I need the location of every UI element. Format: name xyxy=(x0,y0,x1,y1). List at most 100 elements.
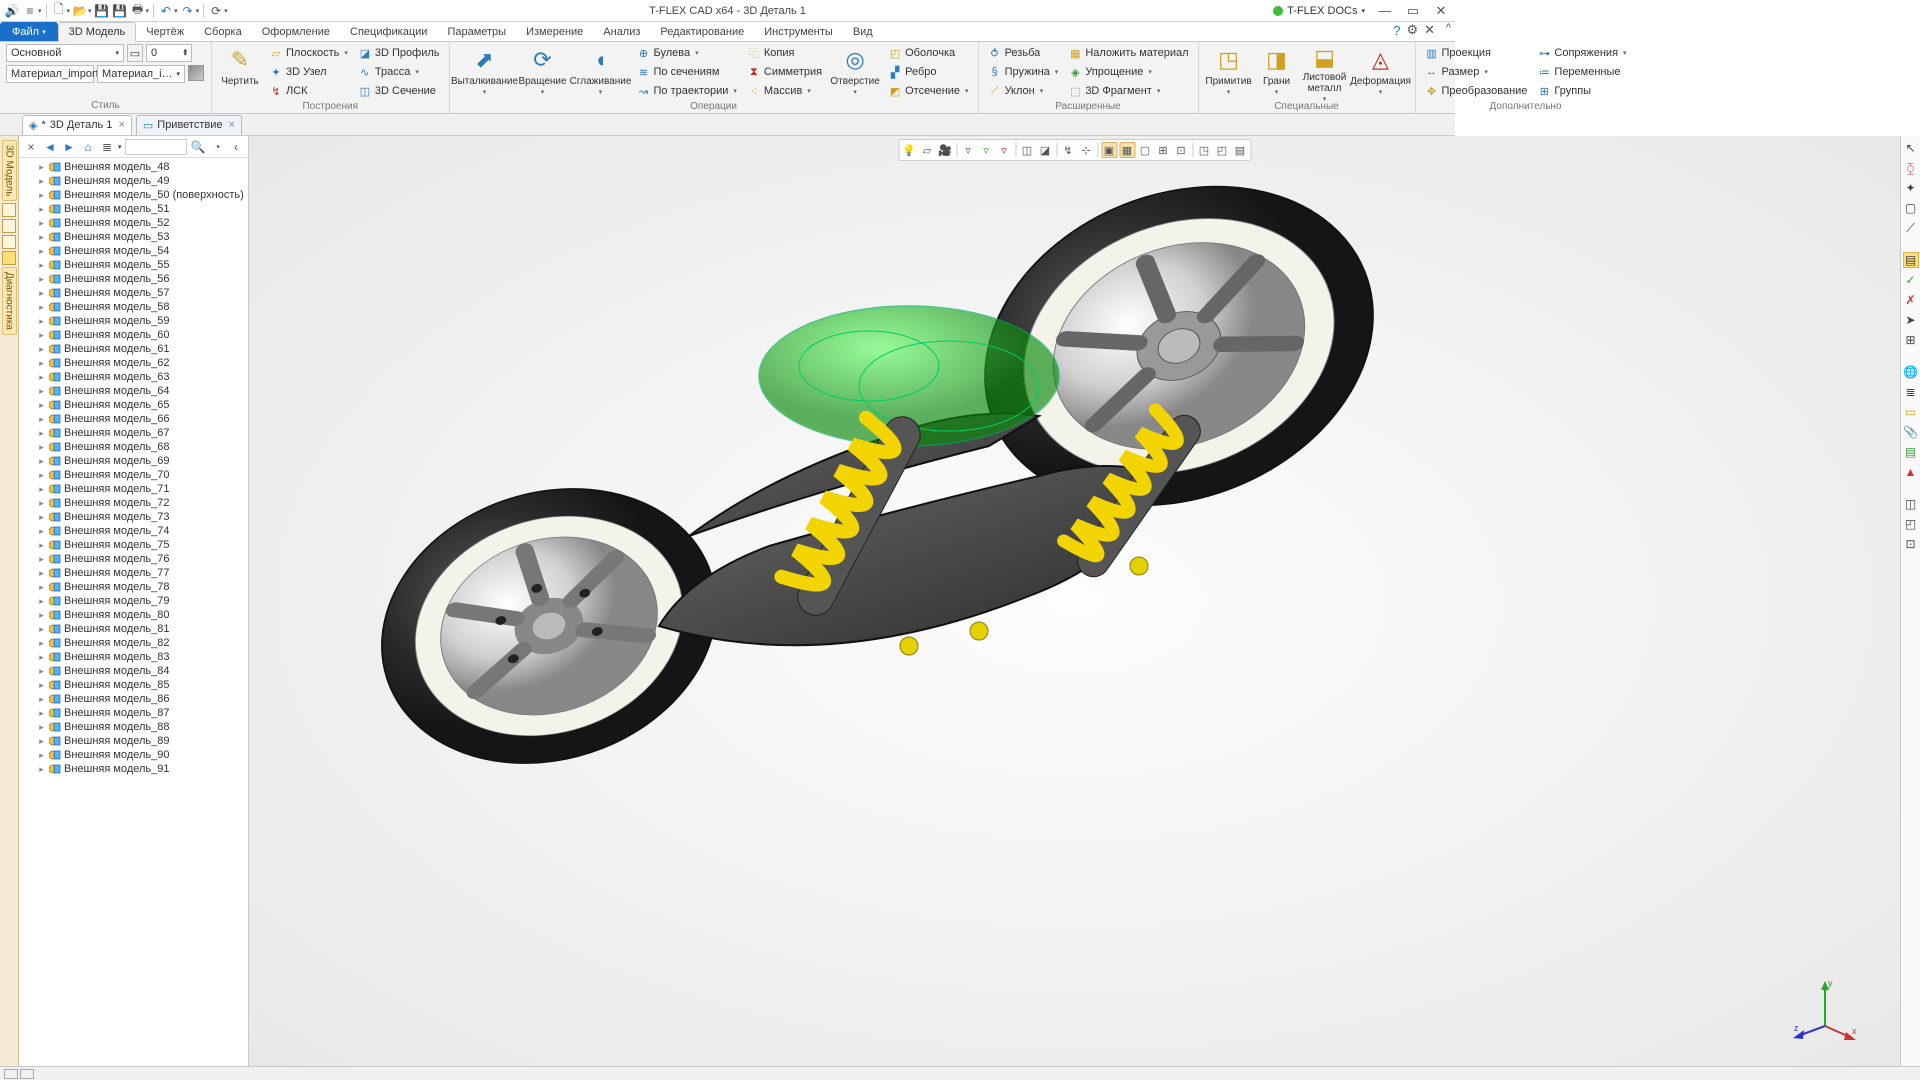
rb-magnet-icon[interactable]: ⧲ xyxy=(1903,160,1919,176)
tree-expand-icon[interactable]: ▸ xyxy=(37,232,46,243)
qat-audio-icon[interactable]: 🔊 xyxy=(4,3,20,19)
lcs-button[interactable]: ↯ЛСК xyxy=(266,82,351,100)
copy-button[interactable]: ⿻Копия xyxy=(744,44,825,62)
tab-drawing[interactable]: Чертёж xyxy=(136,22,194,41)
tree-back-button[interactable]: ◄ xyxy=(42,139,58,155)
search-icon[interactable]: 🔍 xyxy=(190,139,206,155)
tree-prev-button[interactable]: ‹ xyxy=(228,139,244,155)
window-close-doc-button[interactable]: ✕ xyxy=(1424,22,1435,38)
tree-list-button[interactable]: ≣ xyxy=(99,139,115,155)
line-style-icon[interactable]: ▭ xyxy=(127,44,143,62)
tree-expand-icon[interactable]: ▸ xyxy=(37,316,46,327)
tab-edit[interactable]: Редактирование xyxy=(650,22,754,41)
draw-button[interactable]: ✎Чертить xyxy=(218,44,262,100)
tree-expand-icon[interactable]: ▸ xyxy=(37,442,46,453)
hole-button[interactable]: ◎Отверстие▾ xyxy=(829,44,881,100)
rb-cursor-icon[interactable]: ↖ xyxy=(1903,140,1919,156)
doctab-part[interactable]: ◈*3D Деталь 1× xyxy=(22,115,132,135)
groups-button[interactable]: ⊞Группы xyxy=(1534,82,1629,100)
rb-card-icon[interactable]: ▭ xyxy=(1903,404,1919,420)
applymat-button[interactable]: ▦Наложить материал xyxy=(1065,44,1191,62)
tree-close-button[interactable]: × xyxy=(23,139,39,155)
docs-menu[interactable]: T-FLEX DOCs ▾ xyxy=(1273,5,1365,17)
tree-expand-icon[interactable]: ▸ xyxy=(37,666,46,677)
extrude-button[interactable]: ⬈Выталкивание▾ xyxy=(456,44,514,100)
material2-select[interactable]: Материал_import_st▾ xyxy=(97,65,185,83)
tree-expand-icon[interactable]: ▸ xyxy=(37,694,46,705)
tree-expand-icon[interactable]: ▸ xyxy=(37,358,46,369)
tree-expand-icon[interactable]: ▸ xyxy=(37,512,46,523)
tree-expand-icon[interactable]: ▸ xyxy=(37,582,46,593)
tree-expand-icon[interactable]: ▸ xyxy=(37,372,46,383)
faces-button[interactable]: ◨Грани▾ xyxy=(1257,44,1297,100)
tree-expand-icon[interactable]: ▸ xyxy=(37,624,46,635)
qat-menu-icon[interactable]: ≡ xyxy=(22,3,38,19)
qat-print-icon[interactable]: 🖶 xyxy=(130,3,146,19)
help-button[interactable]: ? xyxy=(1393,23,1400,38)
qat-open-icon[interactable]: 📂 xyxy=(72,3,88,19)
section3d-button[interactable]: ◫3D Сечение xyxy=(355,82,443,100)
tab-3d-model[interactable]: 3D Модель xyxy=(58,22,137,42)
tab-measure[interactable]: Измерение xyxy=(516,22,593,41)
close-icon[interactable]: × xyxy=(228,119,234,131)
rb-stack-icon[interactable]: ≣ xyxy=(1903,384,1919,400)
profile3d-button[interactable]: ◪3D Профиль xyxy=(355,44,443,62)
tree-expand-icon[interactable]: ▸ xyxy=(37,260,46,271)
qat-undo-icon[interactable]: ↶ xyxy=(158,3,174,19)
tree-expand-icon[interactable]: ▸ xyxy=(37,456,46,467)
tree-expand-icon[interactable]: ▸ xyxy=(37,414,46,425)
frag3d-button[interactable]: ⬚3D Фрагмент▾ xyxy=(1065,82,1191,100)
tree-expand-icon[interactable]: ▸ xyxy=(37,386,46,397)
trace-button[interactable]: ∿Трасса▾ xyxy=(355,63,443,81)
qat-saveall-icon[interactable]: 💾 xyxy=(112,3,128,19)
array-button[interactable]: ⁖Массив▾ xyxy=(744,82,825,100)
close-icon[interactable]: × xyxy=(118,119,124,131)
qat-save-icon[interactable]: 💾 xyxy=(94,3,110,19)
rib-button[interactable]: ▞Ребро xyxy=(885,63,971,81)
tree-expand-icon[interactable]: ▸ xyxy=(37,736,46,747)
tree-expand-icon[interactable]: ▸ xyxy=(37,568,46,579)
leftbar-btn1[interactable] xyxy=(2,203,16,217)
rb-view1-icon[interactable]: ◫ xyxy=(1903,496,1919,512)
tree-filter-button[interactable]: ◔ xyxy=(209,139,225,155)
tab-tools[interactable]: Инструменты xyxy=(754,22,843,41)
width-spin[interactable]: 0▴▾ xyxy=(146,44,192,62)
leftbar-btn2[interactable] xyxy=(2,219,16,233)
mates-button[interactable]: ⊶Сопряжения▾ xyxy=(1534,44,1629,62)
tab-decor[interactable]: Оформление xyxy=(252,22,340,41)
tree-expand-icon[interactable]: ▸ xyxy=(37,750,46,761)
rb-mode1-icon[interactable]: ▤ xyxy=(1903,252,1919,268)
qat-redo-icon[interactable]: ↷ xyxy=(180,3,196,19)
tree-expand-icon[interactable]: ▸ xyxy=(37,204,46,215)
file-tab[interactable]: Файл ▾ xyxy=(0,22,58,41)
material-swatch-icon[interactable] xyxy=(188,65,204,81)
rb-grid-icon[interactable]: ⊞ xyxy=(1903,332,1919,348)
tree-expand-icon[interactable]: ▸ xyxy=(37,400,46,411)
close-button[interactable]: ✕ xyxy=(1427,0,1455,22)
tab-assembly[interactable]: Сборка xyxy=(194,22,252,41)
tab-analysis[interactable]: Анализ xyxy=(593,22,650,41)
rb-face-icon[interactable]: ▢ xyxy=(1903,200,1919,216)
primitive-button[interactable]: ◳Примитив▾ xyxy=(1205,44,1253,100)
simplify-button[interactable]: ◈Упрощение▾ xyxy=(1065,63,1191,81)
node3d-button[interactable]: ✦3D Узел xyxy=(266,63,351,81)
tree-expand-icon[interactable]: ▸ xyxy=(37,498,46,509)
trim-button[interactable]: ◩Отсечение▾ xyxy=(885,82,971,100)
tree-search-input[interactable] xyxy=(125,139,187,155)
rb-note-icon[interactable]: ▤ xyxy=(1903,444,1919,460)
rb-cross-icon[interactable]: ✗ xyxy=(1903,292,1919,308)
tree-expand-icon[interactable]: ▸ xyxy=(37,288,46,299)
3d-viewport[interactable]: 💡 ▱ 🎥 ▿ ▿ ▿ ◫ ◪ ↯ ⊹ ▣ ▦ ▢ ⊞ ⊡ ◳ ◰ ▤ xyxy=(249,136,1900,1066)
leftbar-btn3[interactable] xyxy=(2,235,16,249)
leftbar-warn-icon[interactable] xyxy=(2,251,16,265)
tab-spec[interactable]: Спецификации xyxy=(340,22,437,41)
sb-layout2-button[interactable] xyxy=(20,1069,34,1079)
settings-gear-icon[interactable]: ⚙ xyxy=(1406,22,1418,38)
rb-edge-icon[interactable]: ⟋ xyxy=(1903,220,1919,236)
tree-expand-icon[interactable]: ▸ xyxy=(37,176,46,187)
sb-layout1-button[interactable] xyxy=(4,1069,18,1079)
rb-globe-icon[interactable]: 🌐 xyxy=(1903,364,1919,380)
transform-button[interactable]: ✥Преобразование xyxy=(1422,82,1531,100)
size-button[interactable]: ↔Размер▾ xyxy=(1422,63,1531,81)
tree-expand-icon[interactable]: ▸ xyxy=(37,554,46,565)
